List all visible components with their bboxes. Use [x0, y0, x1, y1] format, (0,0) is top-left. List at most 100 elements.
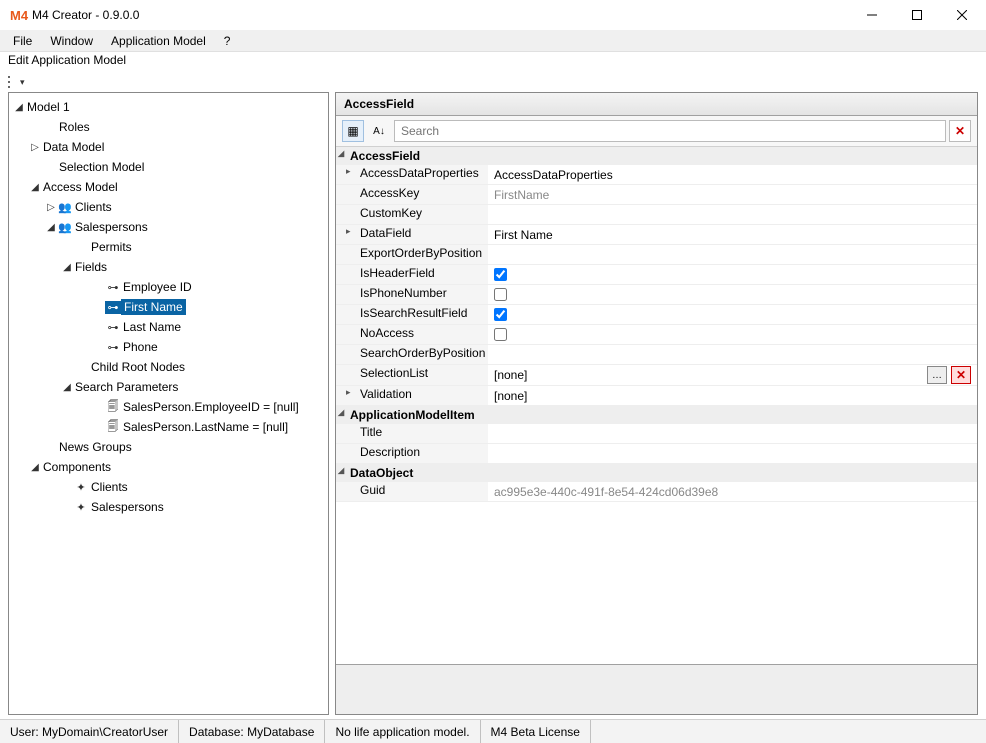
grip-icon[interactable]	[8, 74, 14, 90]
status-database: Database: MyDatabase	[179, 720, 325, 743]
component-icon: ✦	[73, 501, 89, 514]
close-button[interactable]	[939, 0, 984, 30]
prop-value[interactable]: [none]	[488, 386, 977, 406]
prop-value-checkbox[interactable]	[488, 285, 977, 305]
tree-node-phone[interactable]: ⊶Phone	[9, 337, 328, 357]
tree-node-sp-last[interactable]: 🗐SalesPerson.LastName = [null]	[9, 417, 328, 437]
property-description-pane	[336, 664, 977, 714]
tree-node-fields[interactable]: ◢Fields	[9, 257, 328, 277]
collapse-icon[interactable]: ◢	[61, 382, 73, 393]
tree-node-searchparams[interactable]: ◢Search Parameters	[9, 377, 328, 397]
prop-label[interactable]: AccessDataProperties	[336, 165, 488, 185]
category-dataobject[interactable]: DataObject	[336, 464, 977, 482]
x-icon: ✕	[955, 124, 965, 138]
menu-help[interactable]: ?	[215, 32, 240, 50]
toolbar-dropdown-icon[interactable]: ▾	[18, 77, 27, 88]
prop-value[interactable]: FirstName	[488, 185, 977, 205]
tree-node-components[interactable]: ◢Components	[9, 457, 328, 477]
property-toolbar: ▦ A↓ ✕	[336, 116, 977, 147]
status-user: User: MyDomain\CreatorUser	[0, 720, 179, 743]
tree-node-permits[interactable]: Permits	[9, 237, 328, 257]
tree-node-model1[interactable]: ◢Model 1	[9, 97, 328, 117]
delete-button[interactable]: ✕	[951, 366, 971, 384]
property-search-input[interactable]	[394, 120, 946, 142]
ellipsis-button[interactable]: …	[927, 366, 947, 384]
prop-value[interactable]	[488, 345, 977, 365]
tree-node-childroot[interactable]: Child Root Nodes	[9, 357, 328, 377]
component-icon: ✦	[73, 481, 89, 494]
prop-value[interactable]	[488, 444, 977, 464]
prop-label: NoAccess	[336, 325, 488, 345]
tree-node-firstname[interactable]: ⊶First Name	[9, 297, 328, 317]
collapse-icon[interactable]: ◢	[29, 462, 41, 473]
sort-az-icon: A↓	[373, 126, 385, 137]
menu-file[interactable]: File	[4, 32, 41, 50]
prop-label: SearchOrderByPosition	[336, 345, 488, 365]
prop-value[interactable]: First Name	[488, 225, 977, 245]
expand-icon[interactable]: ▷	[29, 142, 41, 153]
clear-search-button[interactable]: ✕	[949, 120, 971, 142]
field-icon: ⊶	[105, 321, 121, 334]
tree-node-comp-sales[interactable]: ✦Salespersons	[9, 497, 328, 517]
tree-node-accessmodel[interactable]: ◢Access Model	[9, 177, 328, 197]
collapse-icon[interactable]: ◢	[13, 102, 25, 113]
prop-value[interactable]	[488, 205, 977, 225]
categorized-icon: ▦	[347, 124, 358, 138]
param-icon: 🗐	[105, 418, 121, 437]
prop-value-checkbox[interactable]	[488, 265, 977, 285]
prop-value[interactable]	[488, 245, 977, 265]
sort-button[interactable]: A↓	[368, 120, 390, 142]
tree-node-salespersons[interactable]: ◢👥Salespersons	[9, 217, 328, 237]
model-tree[interactable]: ◢Model 1 Roles ▷Data Model Selection Mod…	[8, 92, 329, 715]
prop-label: Title	[336, 424, 488, 444]
minimize-button[interactable]	[849, 0, 894, 30]
tree-node-lastname[interactable]: ⊶Last Name	[9, 317, 328, 337]
prop-label: IsHeaderField	[336, 265, 488, 285]
collapse-icon[interactable]: ◢	[61, 262, 73, 273]
collapse-icon[interactable]: ◢	[45, 222, 57, 233]
prop-value: ac995e3e-440c-491f-8e54-424cd06d39e8	[488, 482, 977, 502]
prop-label[interactable]: Validation	[336, 386, 488, 406]
checkbox-isheader[interactable]	[494, 268, 507, 281]
checkbox-issearch[interactable]	[494, 308, 507, 321]
prop-label[interactable]: DataField	[336, 225, 488, 245]
panel-toolbar: ▾	[0, 72, 986, 92]
expand-icon[interactable]: ▷	[45, 202, 57, 213]
tree-node-sp-emp[interactable]: 🗐SalesPerson.EmployeeID = [null]	[9, 397, 328, 417]
category-appmodelitem[interactable]: ApplicationModelItem	[336, 406, 977, 424]
field-icon: ⊶	[105, 301, 121, 314]
status-life: No life application model.	[325, 720, 480, 743]
prop-value[interactable]: AccessDataProperties	[488, 165, 977, 185]
prop-value[interactable]	[488, 424, 977, 444]
menu-application-model[interactable]: Application Model	[102, 32, 215, 50]
checkbox-noaccess[interactable]	[494, 328, 507, 341]
titlebar: M4 M4 Creator - 0.9.0.0	[0, 0, 986, 30]
panel-title: Edit Application Model	[0, 52, 986, 72]
tree-node-newsgroups[interactable]: News Groups	[9, 437, 328, 457]
tree-node-roles[interactable]: Roles	[9, 117, 328, 137]
statusbar: User: MyDomain\CreatorUser Database: MyD…	[0, 719, 986, 743]
tree-node-comp-clients[interactable]: ✦Clients	[9, 477, 328, 497]
property-panel: AccessField ▦ A↓ ✕ AccessField AccessDat…	[335, 92, 978, 715]
prop-label: Description	[336, 444, 488, 464]
property-header: AccessField	[336, 93, 977, 116]
group-icon: 👥	[57, 201, 73, 214]
menubar: File Window Application Model ?	[0, 30, 986, 52]
tree-node-clients[interactable]: ▷👥Clients	[9, 197, 328, 217]
tree-node-employeeid[interactable]: ⊶Employee ID	[9, 277, 328, 297]
tree-node-selectionmodel[interactable]: Selection Model	[9, 157, 328, 177]
collapse-icon[interactable]: ◢	[29, 182, 41, 193]
app-logo-icon: M4	[10, 7, 26, 23]
checkbox-isphone[interactable]	[494, 288, 507, 301]
prop-value-checkbox[interactable]	[488, 305, 977, 325]
category-accessfield[interactable]: AccessField	[336, 147, 977, 165]
prop-label: Guid	[336, 482, 488, 502]
property-grid[interactable]: AccessField AccessDataPropertiesAccessDa…	[336, 147, 977, 664]
categorized-button[interactable]: ▦	[342, 120, 364, 142]
tree-node-datamodel[interactable]: ▷Data Model	[9, 137, 328, 157]
prop-value-checkbox[interactable]	[488, 325, 977, 345]
maximize-button[interactable]	[894, 0, 939, 30]
prop-label: CustomKey	[336, 205, 488, 225]
menu-window[interactable]: Window	[41, 32, 102, 50]
prop-value-selectionlist[interactable]: [none]…✕	[488, 365, 977, 386]
